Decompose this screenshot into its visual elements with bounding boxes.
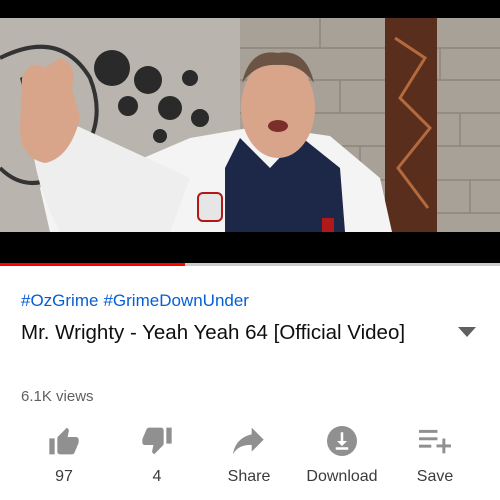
action-bar: 97 4 Share Download Save	[0, 422, 500, 492]
video-frame[interactable]	[0, 18, 500, 232]
thumbs-down-icon	[140, 424, 174, 458]
view-count: 6.1K views	[21, 388, 94, 405]
video-thumbnail	[0, 18, 500, 232]
save-label: Save	[416, 468, 454, 485]
hashtags: #OzGrime #GrimeDownUnder	[21, 290, 254, 312]
expand-description-button[interactable]	[452, 320, 482, 344]
download-icon	[325, 424, 359, 458]
video-player[interactable]	[0, 0, 500, 266]
like-count: 97	[55, 468, 73, 485]
thumbs-up-icon	[47, 424, 81, 458]
hashtag-link[interactable]: #OzGrime	[21, 291, 98, 310]
video-progress-bar[interactable]	[0, 263, 500, 266]
playlist-add-icon	[418, 424, 452, 458]
save-button[interactable]: Save	[387, 422, 483, 492]
share-button[interactable]: Share	[201, 422, 297, 492]
like-button[interactable]: 97	[16, 422, 112, 492]
download-button[interactable]: Download	[294, 422, 390, 492]
video-title[interactable]: Mr. Wrighty - Yeah Yeah 64 [Official Vid…	[21, 318, 441, 347]
download-label: Download	[306, 468, 378, 485]
share-arrow-icon	[232, 424, 266, 458]
dislike-button[interactable]: 4	[109, 422, 205, 492]
share-label: Share	[227, 468, 271, 485]
video-progress-fill	[0, 263, 185, 266]
dislike-count: 4	[152, 468, 162, 485]
hashtag-link[interactable]: #GrimeDownUnder	[103, 291, 249, 310]
chevron-down-icon	[458, 327, 476, 337]
